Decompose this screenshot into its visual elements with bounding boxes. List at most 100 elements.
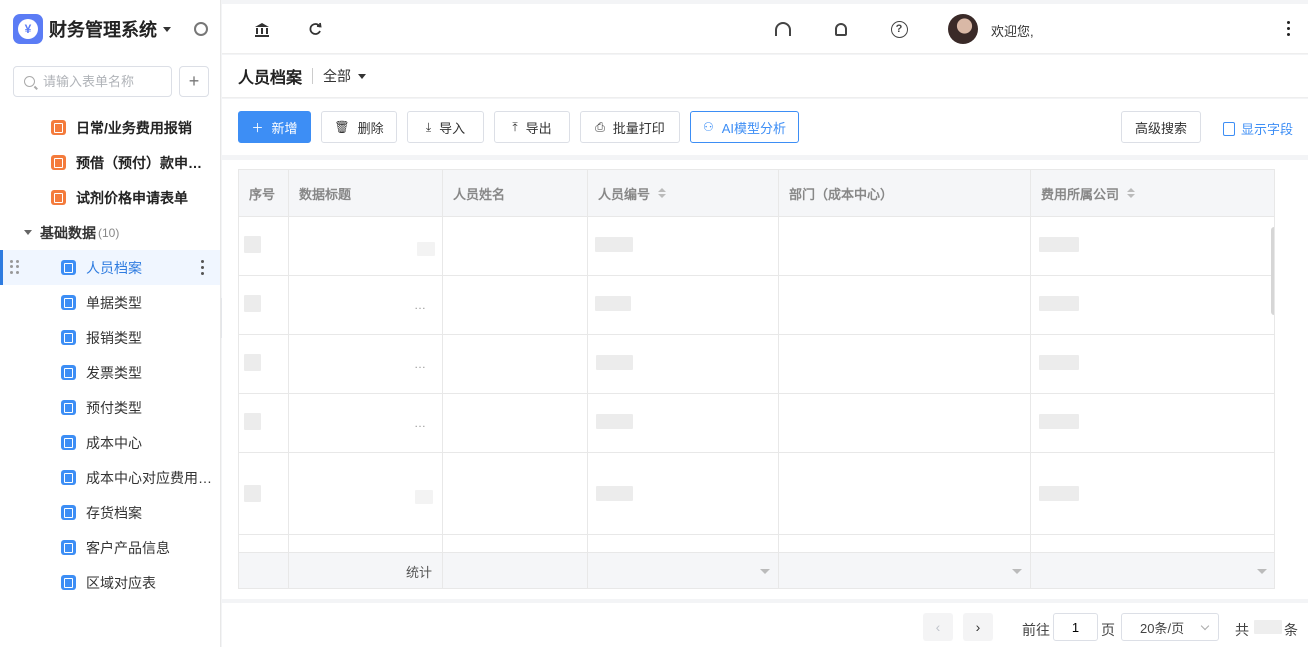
col-header-index: 序号 <box>239 170 289 216</box>
more-menu-icon[interactable] <box>1287 21 1290 36</box>
customer-service-icon[interactable] <box>774 20 792 38</box>
brand[interactable]: ¥ 财务管理系统 <box>0 0 220 57</box>
delete-button[interactable]: 🗑 删除 <box>321 111 397 143</box>
prev-page-button[interactable]: ‹ <box>923 613 953 641</box>
col-header-company[interactable]: 费用所属公司 <box>1031 170 1274 216</box>
page-size-select[interactable]: 20条/页 <box>1121 613 1219 641</box>
sidebar-item-doc-type[interactable]: 单据类型 <box>0 285 220 320</box>
col-header-name[interactable]: 人员姓名 <box>443 170 588 216</box>
summary-select-employee-no[interactable] <box>588 553 779 588</box>
advanced-search-button[interactable]: 高级搜索 <box>1121 111 1201 143</box>
sidebar-item-reagent-price[interactable]: 试剂价格申请表单 <box>0 180 220 215</box>
refresh-icon[interactable] <box>306 20 324 38</box>
table-row[interactable]: … <box>239 276 1274 335</box>
page-number-input[interactable] <box>1053 613 1098 641</box>
download-icon: ⤓ <box>425 119 432 134</box>
sidebar-item-label: 区域对应表 <box>86 574 156 591</box>
yuan-icon: ¥ <box>18 18 38 39</box>
divider <box>312 68 314 84</box>
plus-icon: ＋ <box>251 120 264 135</box>
batch-print-button[interactable]: ⎙ 批量打印 <box>580 111 680 143</box>
caret-down-icon <box>1012 569 1022 574</box>
sidebar-item-label: 发票类型 <box>86 364 142 381</box>
next-page-button[interactable]: › <box>963 613 993 641</box>
ai-analysis-button[interactable]: ⚇ AI模型分析 <box>690 111 799 143</box>
sort-icon[interactable] <box>1127 188 1136 198</box>
upload-icon: ⤒ <box>512 119 518 134</box>
chevron-down-icon <box>1200 621 1210 631</box>
new-label: 新增 <box>271 120 298 136</box>
collapse-caret-icon[interactable] <box>24 230 32 235</box>
pagination: ‹ › 前往 页 20条/页 共 条 <box>222 603 1308 647</box>
printer-icon: ⎙ <box>595 119 605 134</box>
import-label: 导入 <box>439 120 466 136</box>
drag-handle-icon[interactable] <box>10 260 20 274</box>
show-fields-link[interactable]: 显示字段 <box>1223 119 1293 138</box>
sidebar-group-basic-data[interactable]: 基础数据 (10) <box>0 215 220 250</box>
sidebar-item-label: 试剂价格申请表单 <box>76 189 188 206</box>
col-header-department[interactable]: 部门（成本中心） <box>779 170 1031 216</box>
sidebar-item-personnel[interactable]: 人员档案 <box>0 250 220 285</box>
form-icon <box>61 295 76 310</box>
form-icon <box>61 400 76 415</box>
sidebar-item-label: 人员档案 <box>86 259 142 276</box>
form-search[interactable] <box>13 66 172 97</box>
table-row[interactable]: … <box>239 335 1274 394</box>
sidebar-item-label: 单据类型 <box>86 294 142 311</box>
form-icon <box>61 505 76 520</box>
header-label: 数据标题 <box>299 186 352 202</box>
form-icon <box>51 190 66 205</box>
form-search-input[interactable] <box>43 74 168 89</box>
import-button[interactable]: ⤓ 导入 <box>407 111 484 143</box>
new-button[interactable]: ＋ 新增 <box>238 111 311 143</box>
view-filter-dropdown[interactable]: 全部 <box>323 66 367 86</box>
table-row[interactable] <box>239 453 1274 535</box>
avatar[interactable] <box>948 14 978 44</box>
total-suffix: 条 <box>1284 622 1298 638</box>
bell-icon[interactable] <box>832 20 850 38</box>
sidebar-item-prepay-type[interactable]: 预付类型 <box>0 390 220 425</box>
sort-icon[interactable] <box>658 188 667 198</box>
bank-icon[interactable] <box>253 20 271 38</box>
form-icon <box>51 155 66 170</box>
sidebar-item-inventory[interactable]: 存货档案 <box>0 495 220 530</box>
col-header-employee-no[interactable]: 人员编号 <box>588 170 779 216</box>
form-icon <box>61 435 76 450</box>
table-row[interactable]: … <box>239 394 1274 453</box>
vertical-scrollbar[interactable] <box>1271 227 1274 315</box>
search-icon <box>24 76 35 87</box>
form-icon <box>61 260 76 275</box>
table-row[interactable] <box>239 217 1274 276</box>
sidebar-item-cost-center-expense[interactable]: 成本中心对应费用… <box>0 460 220 495</box>
total-count <box>1254 620 1282 634</box>
col-header-title[interactable]: 数据标题 <box>289 170 443 216</box>
sidebar-item-cost-center[interactable]: 成本中心 <box>0 425 220 460</box>
export-button[interactable]: ⤒ 导出 <box>494 111 570 143</box>
welcome-text: 欢迎您, <box>991 24 1034 39</box>
delete-label: 删除 <box>357 120 384 136</box>
summary-select-department[interactable] <box>779 553 1031 588</box>
more-options-icon[interactable] <box>201 260 204 275</box>
settings-gear-icon[interactable] <box>194 22 208 36</box>
sidebar-item-expense-reimbursement[interactable]: 日常/业务费用报销 <box>0 110 220 145</box>
app-title[interactable]: 财务管理系统 <box>49 16 157 42</box>
sidebar-item-region-mapping[interactable]: 区域对应表 <box>0 565 220 600</box>
document-settings-icon <box>1223 121 1235 136</box>
page-size-value: 20条/页 <box>1140 620 1185 636</box>
summary-select-company[interactable] <box>1031 553 1274 588</box>
sidebar-item-label: 预借（预付）款申… <box>76 154 202 171</box>
help-icon[interactable]: ? <box>890 20 908 38</box>
header-label: 部门（成本中心） <box>789 186 894 202</box>
sidebar-item-advance-payment[interactable]: 预借（预付）款申… <box>0 145 220 180</box>
sidebar-item-label: 报销类型 <box>86 329 142 346</box>
sidebar-item-invoice-type[interactable]: 发票类型 <box>0 355 220 390</box>
app-switch-caret-icon[interactable] <box>163 27 171 32</box>
truncated-text: … <box>414 298 426 312</box>
add-form-button[interactable]: + <box>179 66 209 97</box>
group-label: 基础数据 <box>40 224 96 241</box>
advanced-search-label: 高级搜索 <box>1134 120 1187 136</box>
sidebar-item-customer-product[interactable]: 客户产品信息 <box>0 530 220 565</box>
group-count: (10) <box>98 225 120 240</box>
sidebar-item-reimburse-type[interactable]: 报销类型 <box>0 320 220 355</box>
header-label: 人员姓名 <box>453 186 506 202</box>
